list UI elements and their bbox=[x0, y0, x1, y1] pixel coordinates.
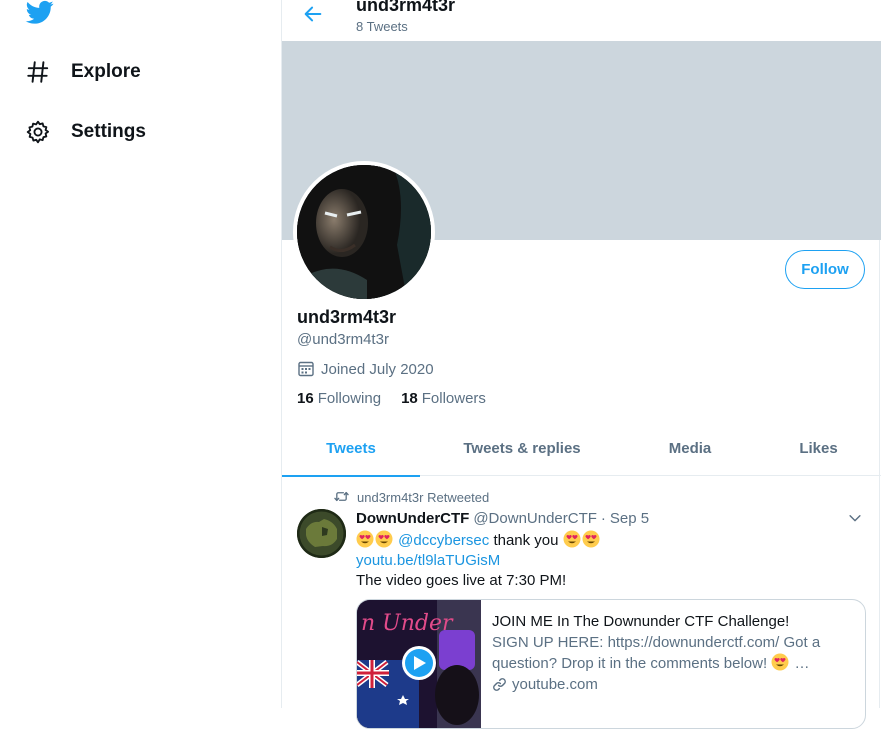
header-profile-name: und3rm4t3r bbox=[356, 0, 456, 15]
profile-avatar[interactable] bbox=[293, 161, 435, 303]
profile-name: und3rm4t3r bbox=[297, 307, 397, 327]
nav-item-explore[interactable]: Explore bbox=[24, 54, 141, 90]
profile-tabs: Tweets Tweets & replies Media Likes bbox=[282, 421, 881, 477]
tab-label: Tweets & replies bbox=[463, 440, 581, 457]
tab-tweets-replies[interactable]: Tweets & replies bbox=[420, 421, 624, 476]
tweet[interactable]: und3rm4t3r Retweeted DownUnderCTF @DownU… bbox=[282, 477, 881, 729]
nav-item-label: Explore bbox=[71, 61, 141, 82]
tweet-header: DownUnderCTF @DownUnderCTF · Sep 5 bbox=[356, 510, 649, 527]
retweet-context-text: und3rm4t3r Retweeted bbox=[357, 489, 490, 505]
video-thumbnail[interactable]: n Under bbox=[357, 600, 481, 728]
heart-eyes-emoji-icon bbox=[356, 530, 374, 548]
card-text: JOIN ME In The Downunder CTF Challenge! … bbox=[492, 612, 857, 695]
tab-label: Tweets bbox=[326, 440, 376, 457]
chevron-down-icon[interactable] bbox=[847, 510, 865, 528]
video-short-link[interactable]: youtu.be/tl9laTUGisM bbox=[356, 551, 866, 571]
heart-eyes-emoji-icon bbox=[582, 530, 600, 548]
card-source: youtube.com bbox=[492, 675, 857, 695]
tweet-author-avatar[interactable] bbox=[297, 509, 346, 558]
header-tweet-count: 8 Tweets bbox=[356, 19, 408, 34]
tab-media[interactable]: Media bbox=[624, 421, 756, 476]
hashtag-icon bbox=[24, 58, 52, 86]
tweet-line-1: @dccybersec thank you bbox=[356, 530, 866, 551]
nav-item-label: Settings bbox=[71, 121, 146, 142]
joined-text: Joined July 2020 bbox=[321, 360, 434, 378]
gear-icon bbox=[24, 118, 52, 146]
card-description-ellipsis: … bbox=[794, 655, 810, 672]
card-title: JOIN ME In The Downunder CTF Challenge! bbox=[492, 613, 790, 630]
following-label: Following bbox=[317, 390, 382, 407]
retweet-icon bbox=[334, 489, 350, 505]
profile-handle: @und3rm4t3r bbox=[297, 331, 389, 348]
back-arrow-icon[interactable] bbox=[302, 2, 326, 26]
follow-stats: 16 Following 18 Followers bbox=[297, 390, 486, 407]
following-count: 16 bbox=[297, 390, 314, 407]
link-preview-card[interactable]: n Under JOIN ME In The Downunder CTF Cha… bbox=[356, 599, 866, 729]
followers-label: Followers bbox=[421, 390, 486, 407]
following-link[interactable]: 16 Following bbox=[297, 390, 381, 407]
heart-eyes-emoji-icon bbox=[771, 653, 789, 671]
followers-count: 18 bbox=[401, 390, 418, 407]
profile-column: und3rm4t3r 8 Tweets Follow und3rm4t3r @u… bbox=[281, 0, 881, 729]
follow-button[interactable]: Follow bbox=[785, 250, 865, 289]
tab-likes[interactable]: Likes bbox=[756, 421, 881, 476]
heart-eyes-emoji-icon bbox=[563, 530, 581, 548]
tweet-author-name[interactable]: DownUnderCTF bbox=[356, 510, 469, 527]
tab-label: Likes bbox=[799, 440, 838, 457]
retweet-context: und3rm4t3r Retweeted bbox=[334, 489, 489, 505]
heart-eyes-emoji-icon bbox=[375, 530, 393, 548]
twitter-bird-icon[interactable] bbox=[25, 0, 55, 26]
link-icon bbox=[492, 677, 508, 693]
mention-link[interactable]: @dccybersec bbox=[398, 532, 489, 549]
tweet-author-handle[interactable]: @DownUnderCTF bbox=[473, 510, 597, 527]
card-description: SIGN UP HERE: https://downunderctf.com/ … bbox=[492, 633, 857, 674]
tweet-thanks-text: thank you bbox=[493, 532, 559, 549]
nav-item-settings[interactable]: Settings bbox=[24, 114, 146, 150]
card-source-domain: youtube.com bbox=[512, 676, 598, 693]
tweet-line-2: The video goes live at 7:30 PM! bbox=[356, 572, 567, 589]
profile-header-bar: und3rm4t3r 8 Tweets bbox=[282, 0, 881, 41]
followers-link[interactable]: 18 Followers bbox=[401, 390, 486, 407]
tweet-separator: · bbox=[600, 510, 606, 527]
tweet-date[interactable]: Sep 5 bbox=[610, 510, 649, 527]
thumbnail-overlay-text: n Under bbox=[361, 611, 454, 636]
tab-tweets[interactable]: Tweets bbox=[282, 421, 420, 477]
tweet-text: @dccybersec thank you youtu.be/tl9laTUGi… bbox=[356, 530, 866, 591]
calendar-icon bbox=[297, 360, 315, 378]
tab-label: Media bbox=[668, 440, 712, 457]
left-nav: Explore Settings bbox=[0, 0, 281, 708]
joined-date: Joined July 2020 bbox=[297, 360, 434, 378]
